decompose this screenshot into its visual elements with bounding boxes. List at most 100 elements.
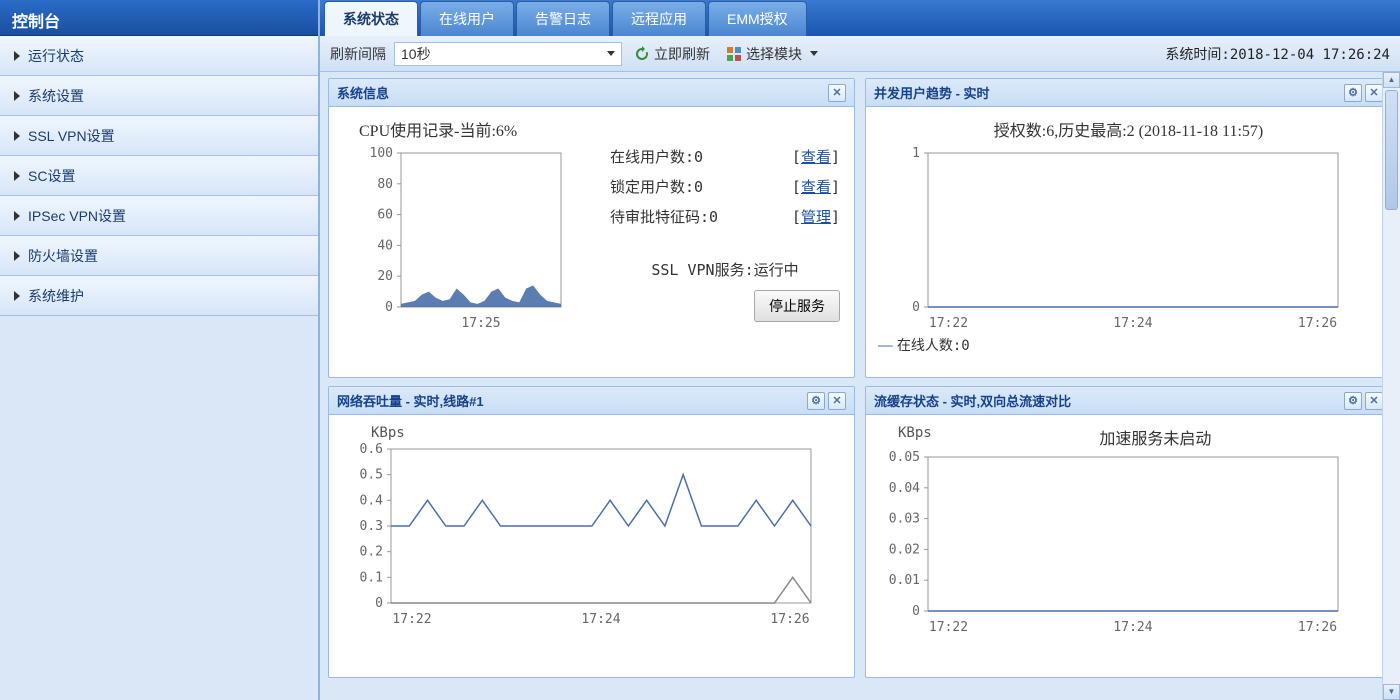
sidebar-item-firewall[interactable]: 防火墙设置 <box>0 236 318 276</box>
svg-text:17:22: 17:22 <box>929 316 968 331</box>
concurrent-subtitle: 授权数:6,历史最高:2 (2018-11-18 11:57) <box>878 117 1379 141</box>
scroll-down-button[interactable]: ▼ <box>1383 684 1400 700</box>
svg-text:0.5: 0.5 <box>360 468 383 483</box>
stop-service-button[interactable]: 停止服务 <box>754 290 840 322</box>
svg-text:17:22: 17:22 <box>392 612 431 627</box>
tab-remote-app[interactable]: 远程应用 <box>612 1 706 36</box>
gear-icon: ⚙ <box>811 394 821 407</box>
cache-subtitle: 加速服务未启动 <box>932 425 1379 449</box>
panel-cache: 流缓存状态 - 实时,双向总流速对比 ⚙ ✕ KBps加速服务未启动 00.01… <box>865 386 1392 678</box>
close-icon: ✕ <box>1369 394 1378 407</box>
system-info-stats: 在线用户数:0 [查看] 锁定用户数:0 [查看] 待审批特征码:0 [管理] <box>610 141 840 322</box>
system-time: 系统时间:2018-12-04 17:26:24 <box>1165 44 1390 64</box>
sidebar-item-label: 系统设置 <box>28 86 84 106</box>
panel-title: 系统信息 <box>337 83 389 102</box>
panel-body: 授权数:6,历史最高:2 (2018-11-18 11:57) 0117:221… <box>866 107 1391 377</box>
throughput-chart: 00.10.20.30.40.50.617:2217:2417:26 <box>341 441 821 631</box>
tab-online-users[interactable]: 在线用户 <box>420 1 514 36</box>
panel-close-button[interactable]: ✕ <box>828 84 846 102</box>
panel-close-button[interactable]: ✕ <box>828 392 846 410</box>
sidebar-item-label: IPSec VPN设置 <box>28 206 126 226</box>
chevron-down-icon <box>607 51 615 56</box>
tabbar: 系统状态 在线用户 告警日志 远程应用 EMM授权 <box>320 0 1400 36</box>
sidebar-item-label: SC设置 <box>28 166 75 186</box>
svg-text:17:22: 17:22 <box>929 620 968 635</box>
sidebar-item-sc[interactable]: SC设置 <box>0 156 318 196</box>
concurrent-chart: 0117:2217:2417:26 <box>878 145 1348 335</box>
refresh-now-label: 立即刷新 <box>654 44 710 64</box>
panel-throughput: 网络吞吐量 - 实时,线路#1 ⚙ ✕ KBps 00.10.20.30.40.… <box>328 386 855 678</box>
sidebar-title: 控制台 <box>0 0 318 36</box>
panel-settings-button[interactable]: ⚙ <box>807 392 825 410</box>
select-module-button[interactable]: 选择模块 <box>722 42 822 66</box>
svg-text:0.1: 0.1 <box>360 570 383 585</box>
panel-title: 网络吞吐量 - 实时,线路#1 <box>337 391 484 410</box>
throughput-unit: KBps <box>371 425 842 441</box>
panel-concurrent-users: 并发用户趋势 - 实时 ⚙ ✕ 授权数:6,历史最高:2 (2018-11-18… <box>865 78 1392 378</box>
panel-close-button[interactable]: ✕ <box>1365 84 1383 102</box>
gear-icon: ⚙ <box>1348 86 1358 99</box>
svg-text:40: 40 <box>377 238 393 253</box>
tab-system-status[interactable]: 系统状态 <box>324 1 418 36</box>
close-icon: ✕ <box>832 86 841 99</box>
svg-text:0.05: 0.05 <box>889 450 920 465</box>
panel-close-button[interactable]: ✕ <box>1365 392 1383 410</box>
sidebar-item-label: 运行状态 <box>28 46 84 66</box>
scrollbar[interactable]: ▲ ▼ <box>1382 72 1400 700</box>
refresh-icon <box>634 46 650 62</box>
sidebar-item-ssl-vpn[interactable]: SSL VPN设置 <box>0 116 318 156</box>
module-icon <box>726 46 742 62</box>
svg-text:0.04: 0.04 <box>889 481 920 496</box>
scroll-up-button[interactable]: ▲ <box>1383 72 1400 88</box>
sidebar-item-label: 防火墙设置 <box>28 246 98 266</box>
chevron-down-icon <box>810 51 818 56</box>
svg-text:17:26: 17:26 <box>1298 620 1337 635</box>
panel-body: KBps 00.10.20.30.40.50.617:2217:2417:26 <box>329 415 854 677</box>
sidebar-item-ipsec-vpn[interactable]: IPSec VPN设置 <box>0 196 318 236</box>
sidebar-item-label: 系统维护 <box>28 286 84 306</box>
sidebar-item-system-settings[interactable]: 系统设置 <box>0 76 318 116</box>
concurrent-legend: ——在线人数:0 <box>878 335 1379 355</box>
svg-text:1: 1 <box>912 146 920 161</box>
tab-alarm-log[interactable]: 告警日志 <box>516 1 610 36</box>
panel-title: 流缓存状态 - 实时,双向总流速对比 <box>874 391 1071 410</box>
view-online-users-link[interactable]: 查看 <box>801 148 831 166</box>
svg-text:17:26: 17:26 <box>1298 316 1337 331</box>
main: 系统状态 在线用户 告警日志 远程应用 EMM授权 刷新间隔 10秒 立即刷新 … <box>320 0 1400 700</box>
panel-header: 流缓存状态 - 实时,双向总流速对比 ⚙ ✕ <box>866 387 1391 415</box>
cpu-chart-title: CPU使用记录-当前:6% <box>359 117 842 141</box>
svg-text:20: 20 <box>377 269 393 284</box>
panel-title: 并发用户趋势 - 实时 <box>874 83 990 102</box>
refresh-interval-label: 刷新间隔 <box>330 44 386 64</box>
refresh-now-button[interactable]: 立即刷新 <box>630 42 714 66</box>
sidebar-item-runtime[interactable]: 运行状态 <box>0 36 318 76</box>
pending-codes-label: 待审批特征码: <box>610 208 709 226</box>
expand-icon <box>14 291 20 301</box>
toolbar: 刷新间隔 10秒 立即刷新 选择模块 系统时间:2018-12-04 17:26… <box>320 36 1400 72</box>
panel-header: 并发用户趋势 - 实时 ⚙ ✕ <box>866 79 1391 107</box>
expand-icon <box>14 251 20 261</box>
cache-chart: 00.010.020.030.040.0517:2217:2417:26 <box>878 449 1348 639</box>
panel-settings-button[interactable]: ⚙ <box>1344 84 1362 102</box>
expand-icon <box>14 171 20 181</box>
manage-pending-link[interactable]: 管理 <box>801 208 831 226</box>
cache-unit: KBps <box>898 425 932 449</box>
online-users-value: 0 <box>694 148 703 166</box>
sidebar-item-label: SSL VPN设置 <box>28 126 115 146</box>
vpn-service-label: SSL VPN服务: <box>651 261 753 279</box>
panel-system-info: 系统信息 ✕ CPU使用记录-当前:6% 02040608010017:25 在… <box>328 78 855 378</box>
expand-icon <box>14 51 20 61</box>
panel-header: 系统信息 ✕ <box>329 79 854 107</box>
svg-text:0.3: 0.3 <box>360 519 383 534</box>
sidebar-item-maintenance[interactable]: 系统维护 <box>0 276 318 316</box>
svg-text:17:24: 17:24 <box>1113 620 1152 635</box>
expand-icon <box>14 91 20 101</box>
panel-settings-button[interactable]: ⚙ <box>1344 392 1362 410</box>
tab-emm-license[interactable]: EMM授权 <box>708 1 807 36</box>
vpn-service-status: 运行中 <box>754 261 799 279</box>
svg-text:0.03: 0.03 <box>889 512 920 527</box>
scroll-thumb[interactable] <box>1385 90 1398 210</box>
view-locked-users-link[interactable]: 查看 <box>801 178 831 196</box>
panel-body: KBps加速服务未启动 00.010.020.030.040.0517:2217… <box>866 415 1391 677</box>
refresh-interval-select[interactable]: 10秒 <box>394 42 622 66</box>
